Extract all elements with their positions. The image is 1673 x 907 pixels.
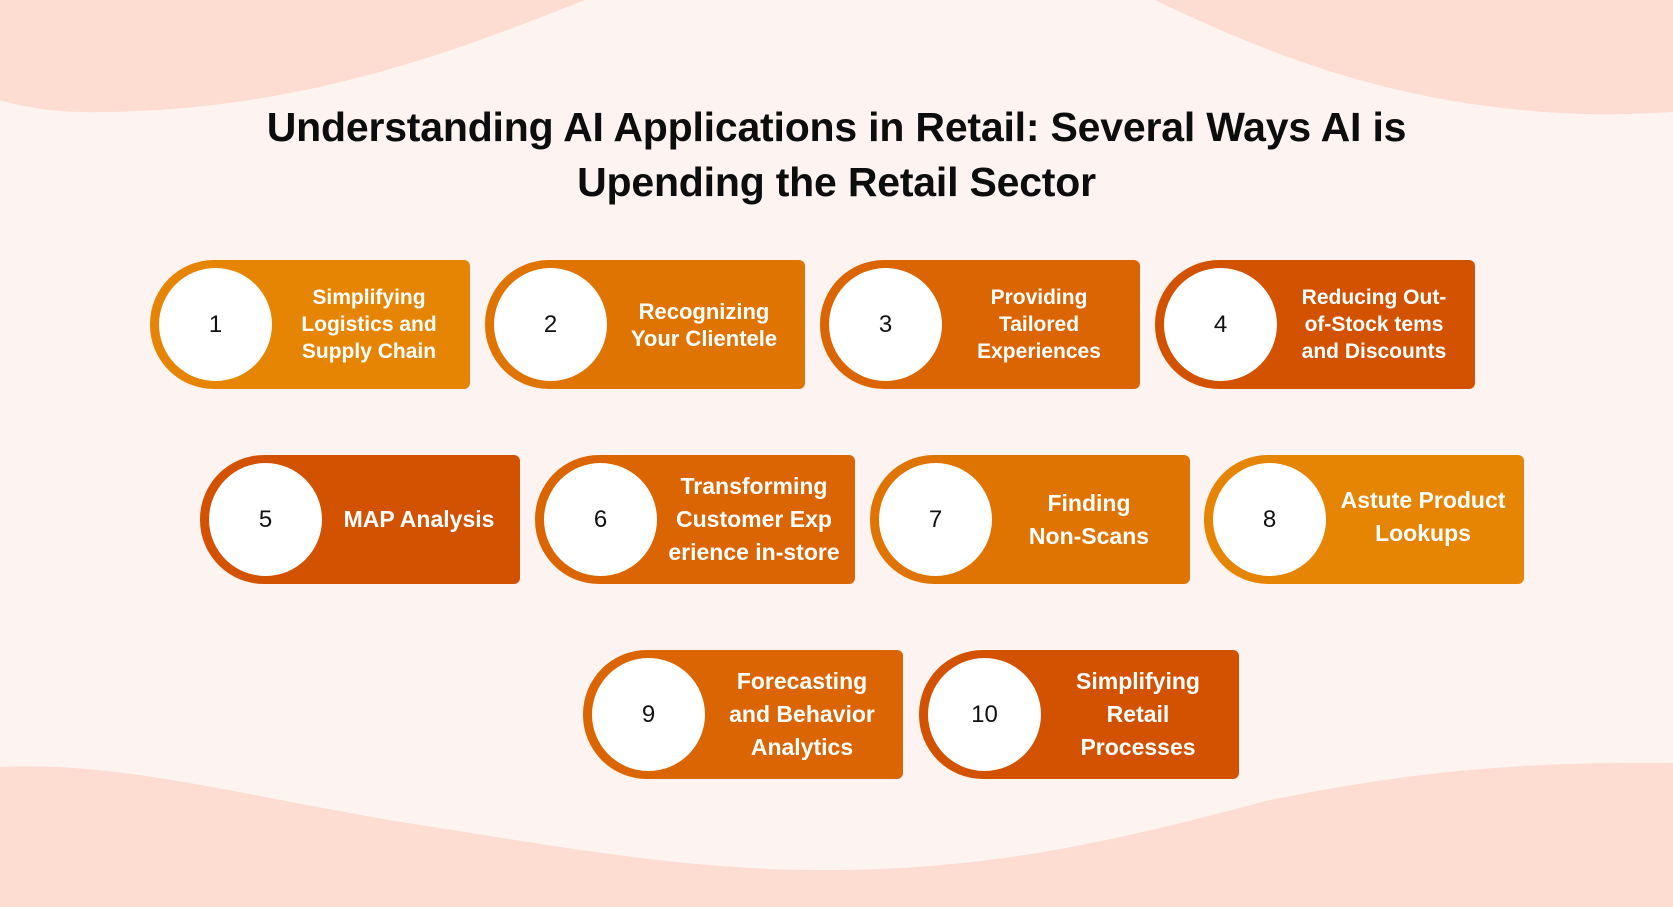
item-label: MAP Analysis [322,455,516,584]
number-circle: 3 [829,268,942,381]
label-line: Forecasting [736,668,868,694]
item-label: Providing Tailored Experiences [942,260,1136,389]
number-circle: 7 [879,463,992,576]
label-line: Tailored [998,313,1080,336]
item-number: 9 [641,700,656,728]
label-line: Non-Scans [1028,522,1150,549]
label-line: Providing [990,286,1088,309]
number-circle: 1 [159,268,272,381]
label-line: Processes [1080,734,1196,760]
bottom-wave [0,762,1673,907]
number-circle: 5 [209,463,322,576]
label-line: Logistics and [301,313,437,336]
item-label: Simplifying Logistics and Supply Chain [272,260,466,389]
title-line-1: Understanding AI Applications in Retail:… [266,104,1407,150]
top-right-wave [1155,0,1673,115]
item-card-5[interactable]: 5 MAP Analysis [200,455,520,584]
item-number: 5 [258,505,273,533]
title-line-2: Upending the Retail Sector [577,159,1096,205]
page-title: Understanding AI Applications in Retail:… [0,100,1673,210]
item-number: 3 [878,310,893,338]
label-line: of-Stock tems [1304,313,1444,336]
number-circle: 9 [592,658,705,771]
item-number: 6 [593,505,608,533]
item-card-3[interactable]: 3 Providing Tailored Experiences [820,260,1140,389]
label-line: Lookups [1375,519,1471,546]
label-line: Reducing Out- [1301,286,1447,309]
label-line: Analytics [750,734,854,760]
item-label: Transforming Customer Exp erience in-store [657,455,851,584]
label-line: Recognizing [638,298,770,324]
label-line: Simplifying [1076,668,1200,694]
item-label: Reducing Out-of-Stock tems and Discounts [1277,260,1471,389]
item-label: Simplifying Retail Processes [1041,650,1235,779]
label-line: MAP Analysis [343,506,495,532]
label-line: and Behavior [729,701,875,727]
item-card-1[interactable]: 1 Simplifying Logistics and Supply Chain [150,260,470,389]
item-number: 7 [928,505,943,533]
item-card-6[interactable]: 6 Transforming Customer Exp erience in-sto… [535,455,855,584]
number-circle: 10 [928,658,1041,771]
item-number: 4 [1213,310,1228,338]
number-circle: 6 [544,463,657,576]
label-line: Astute Product [1340,486,1506,513]
item-number: 2 [543,310,558,338]
item-card-9[interactable]: 9 Forecasting and Behavior Analytics [583,650,903,779]
label-line: Experiences [977,340,1101,363]
item-card-10[interactable]: 10 Simplifying Retail Processes [919,650,1239,779]
top-left-wave [0,0,585,113]
number-circle: 8 [1213,463,1326,576]
label-line: erience in-store [668,539,840,565]
label-line: Customer Exp [676,506,832,532]
number-circle: 4 [1164,268,1277,381]
item-label: Forecasting and Behavior Analytics [705,650,899,779]
item-label: Astute Product Lookups [1326,455,1520,584]
label-line: Transforming [680,473,828,499]
label-line: Finding [1047,489,1131,516]
item-card-8[interactable]: 8 Astute Product Lookups [1204,455,1524,584]
label-line: and Discounts [1301,340,1447,363]
item-label: Recognizing Your Clientele [607,260,801,389]
item-card-2[interactable]: 2 Recognizing Your Clientele [485,260,805,389]
item-number: 1 [208,310,223,338]
label-line: Simplifying [312,286,426,309]
number-circle: 2 [494,268,607,381]
item-number: 10 [971,700,998,728]
item-label: Finding Non-Scans [992,455,1186,584]
label-line: Supply Chain [301,340,437,363]
label-line: Your Clientele [630,325,778,351]
item-card-7[interactable]: 7 Finding Non-Scans [870,455,1190,584]
item-card-4[interactable]: 4 Reducing Out-of-Stock tems and Discount… [1155,260,1475,389]
label-line: Retail [1106,701,1170,727]
item-number: 8 [1262,505,1277,533]
